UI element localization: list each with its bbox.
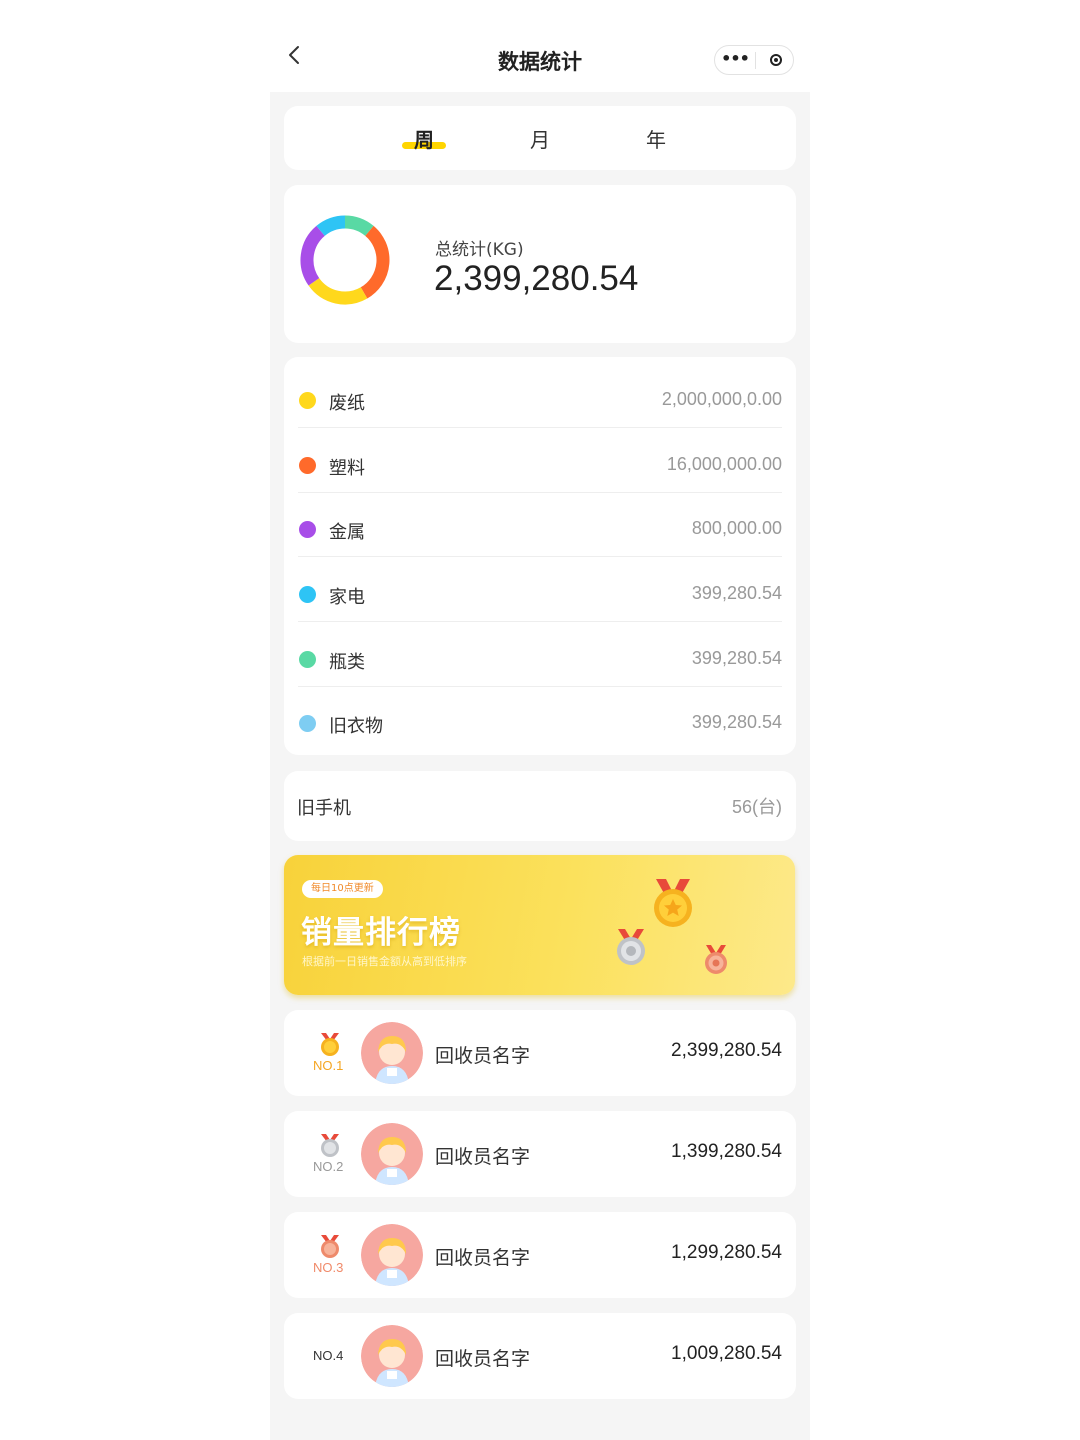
close-target-icon[interactable] (770, 54, 782, 66)
category-row-plastic[interactable]: 塑料 16,000,000.00 (298, 428, 782, 493)
silver-medal-icon (321, 1134, 339, 1157)
donut-segment (300, 225, 326, 286)
silver-medal-icon (617, 929, 645, 965)
category-name: 金属 (329, 522, 365, 543)
collector-name: 回收员名字 (435, 1146, 531, 1168)
avatar (361, 1123, 423, 1185)
gold-medal-icon (321, 1033, 339, 1056)
category-color-dot (299, 715, 316, 732)
avatar (361, 1325, 423, 1387)
ranking-row[interactable]: NO.3 回收员名字 1,299,280.54 (284, 1212, 796, 1298)
navigation-bar: 数据统计 ••• (270, 0, 810, 92)
ranking-row[interactable]: NO.2 回收员名字 1,399,280.54 (284, 1111, 796, 1197)
category-row-appliance[interactable]: 家电 399,280.54 (298, 557, 782, 622)
category-name: 家电 (329, 587, 365, 608)
category-row-bottles[interactable]: 瓶类 399,280.54 (298, 622, 782, 687)
update-badge: 每日10点更新 (302, 880, 383, 898)
category-value: 399,280.54 (691, 583, 782, 603)
old-phone-label: 旧手机 (297, 798, 351, 819)
category-row-metal[interactable]: 金属 800,000.00 (298, 492, 782, 557)
category-value: 2,000,000,0.00 (661, 389, 782, 409)
total-value: 2,399,280.54 (434, 259, 639, 298)
period-tabs: 周 月 年 (284, 106, 796, 170)
bronze-medal-icon (321, 1235, 339, 1258)
donut-segment (308, 277, 368, 305)
gold-medal-icon (654, 879, 692, 927)
collector-amount: 1,299,280.54 (671, 1242, 782, 1263)
donut-chart (300, 215, 390, 305)
old-phone-count: 56(台) (731, 797, 782, 817)
banner-subtitle: 根据前一日销售金额从高到低排序 (302, 955, 467, 968)
bronze-medal-icon (705, 945, 727, 974)
category-value: 399,280.54 (691, 648, 782, 668)
tab-week[interactable]: 周 (394, 124, 454, 153)
capsule-divider (755, 52, 756, 69)
category-row-clothes[interactable]: 旧衣物 399,280.54 (298, 686, 782, 750)
category-name: 旧衣物 (329, 716, 383, 737)
category-value: 800,000.00 (691, 518, 782, 538)
category-name: 废纸 (329, 393, 365, 414)
ranking-row[interactable]: NO.1 回收员名字 2,399,280.54 (284, 1010, 796, 1096)
more-icon[interactable]: ••• (715, 49, 755, 68)
category-name: 瓶类 (329, 652, 365, 673)
donut-segment (344, 215, 374, 237)
collector-amount: 1,009,280.54 (671, 1343, 782, 1364)
category-color-dot (299, 521, 316, 538)
category-color-dot (299, 392, 316, 409)
app-screen: 数据统计 ••• 周 月 年 总统计(KG) 2,399,280.54 废纸 2… (270, 0, 810, 1440)
mini-program-capsule: ••• (714, 45, 794, 75)
category-row-waste-paper[interactable]: 废纸 2,000,000,0.00 (298, 363, 782, 428)
banner-title: 销量排行榜 (301, 915, 461, 951)
ranking-banner[interactable]: 每日10点更新 销量排行榜 根据前一日销售金额从高到低排序 (284, 855, 795, 995)
collector-amount: 1,399,280.54 (671, 1141, 782, 1162)
donut-segment (360, 225, 390, 299)
tab-year[interactable]: 年 (626, 124, 686, 153)
ranking-row[interactable]: NO.4 回收员名字 1,009,280.54 (284, 1313, 796, 1399)
category-value: 399,280.54 (691, 712, 782, 732)
collector-name: 回收员名字 (435, 1348, 531, 1370)
category-value: 16,000,000.00 (666, 454, 782, 474)
rank-number: NO.1 (313, 1058, 344, 1073)
collector-name: 回收员名字 (435, 1045, 531, 1067)
avatar (361, 1022, 423, 1084)
collector-name: 回收员名字 (435, 1247, 531, 1269)
summary-card: 总统计(KG) 2,399,280.54 (284, 185, 796, 343)
rank-number: NO.4 (313, 1348, 344, 1363)
tab-month[interactable]: 月 (510, 124, 570, 153)
total-label: 总统计(KG) (435, 240, 524, 260)
category-color-dot (299, 586, 316, 603)
avatar (361, 1224, 423, 1286)
category-color-dot (299, 651, 316, 668)
category-color-dot (299, 457, 316, 474)
category-name: 塑料 (329, 458, 365, 479)
rank-number: NO.3 (313, 1260, 344, 1275)
donut-segment (316, 215, 346, 237)
old-phone-row[interactable]: 旧手机 56(台) (284, 771, 796, 841)
rank-number: NO.2 (313, 1159, 344, 1174)
category-list: 废纸 2,000,000,0.00 塑料 16,000,000.00 金属 80… (284, 357, 796, 755)
collector-amount: 2,399,280.54 (671, 1040, 782, 1061)
